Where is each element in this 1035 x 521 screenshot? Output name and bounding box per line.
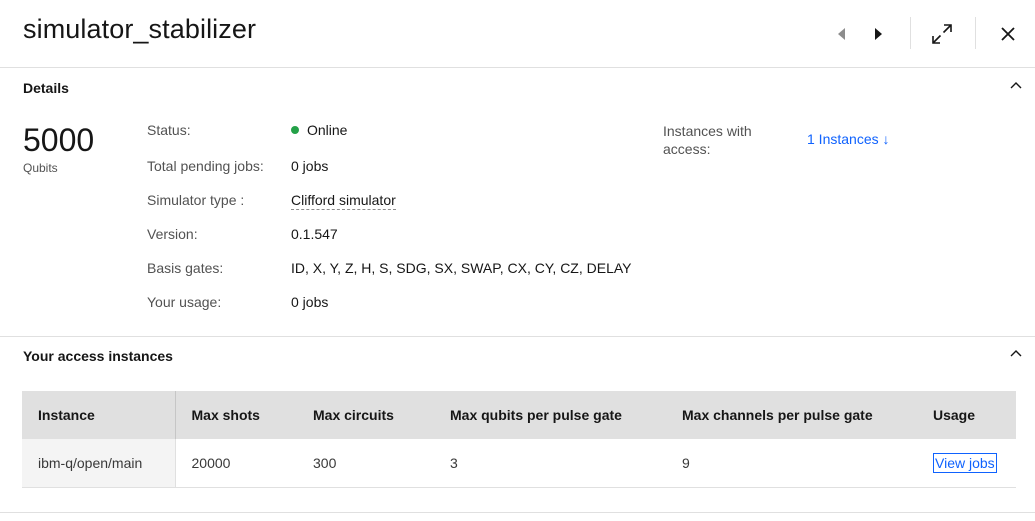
- column-header-max-channels: Max channels per pulse gate: [666, 391, 917, 439]
- expand-button[interactable]: [920, 0, 964, 67]
- status-text: Online: [307, 122, 348, 138]
- qubits-count: 5000: [23, 122, 95, 158]
- simulator-type-label: Simulator type :: [147, 192, 245, 208]
- close-icon: [1001, 26, 1015, 41]
- status-value: Online: [291, 122, 347, 138]
- page-title: simulator_stabilizer: [23, 14, 257, 44]
- column-header-max-qubits: Max qubits per pulse gate: [434, 391, 666, 439]
- usage-value: 0 jobs: [291, 294, 329, 310]
- qubits-label: Qubits: [23, 161, 58, 175]
- previous-button[interactable]: [826, 0, 856, 67]
- section-divider: [0, 512, 1035, 513]
- details-section-header[interactable]: Details: [0, 69, 1035, 105]
- status-label: Status:: [147, 122, 191, 138]
- simulator-type-value[interactable]: Clifford simulator: [291, 192, 396, 210]
- next-button[interactable]: [864, 0, 894, 67]
- close-button[interactable]: [984, 0, 1032, 67]
- details-section-title: Details: [23, 80, 69, 96]
- cell-max-channels-pulse: 9: [666, 439, 917, 488]
- panel-header: simulator_stabilizer: [0, 0, 1035, 68]
- table-header-row: Instance Max shots Max circuits Max qubi…: [22, 391, 1016, 439]
- chevron-up-icon[interactable]: [1009, 79, 1023, 93]
- pending-jobs-label: Total pending jobs:: [147, 158, 264, 174]
- caret-left-icon: [838, 27, 845, 40]
- column-header-usage: Usage: [917, 391, 1016, 439]
- instances-with-access-label: Instances with access:: [663, 123, 752, 157]
- column-header-max-circuits: Max circuits: [297, 391, 434, 439]
- status-online-dot: [291, 126, 299, 134]
- basis-gates-value: ID, X, Y, Z, H, S, SDG, SX, SWAP, CX, CY…: [291, 260, 632, 276]
- access-instances-table: Instance Max shots Max circuits Max qubi…: [22, 391, 1016, 488]
- usage-label: Your usage:: [147, 294, 222, 310]
- basis-gates-label: Basis gates:: [147, 260, 224, 276]
- cell-instance: ibm-q/open/main: [22, 439, 176, 488]
- view-jobs-link[interactable]: View jobs: [933, 452, 997, 473]
- cell-usage: View jobs: [917, 439, 1016, 488]
- caret-right-icon: [875, 27, 882, 40]
- cell-max-circuits: 300: [297, 439, 434, 488]
- table-row: ibm-q/open/main 20000 300 3 9 View jobs: [22, 439, 1016, 488]
- access-section-header[interactable]: Your access instances: [0, 337, 1035, 373]
- header-divider: [910, 17, 911, 49]
- pending-jobs-value: 0 jobs: [291, 158, 329, 174]
- version-label: Version:: [147, 226, 198, 242]
- header-divider: [975, 17, 976, 49]
- version-value: 0.1.547: [291, 226, 338, 242]
- cell-max-shots: 20000: [175, 439, 297, 488]
- chevron-up-icon[interactable]: [1009, 347, 1023, 361]
- instances-link[interactable]: 1 Instances ↓: [807, 131, 890, 147]
- column-header-instance: Instance: [22, 391, 176, 439]
- cell-max-qubits-pulse: 3: [434, 439, 666, 488]
- maximize-icon: [932, 23, 952, 44]
- column-header-max-shots: Max shots: [175, 391, 297, 439]
- access-section-title: Your access instances: [23, 348, 173, 364]
